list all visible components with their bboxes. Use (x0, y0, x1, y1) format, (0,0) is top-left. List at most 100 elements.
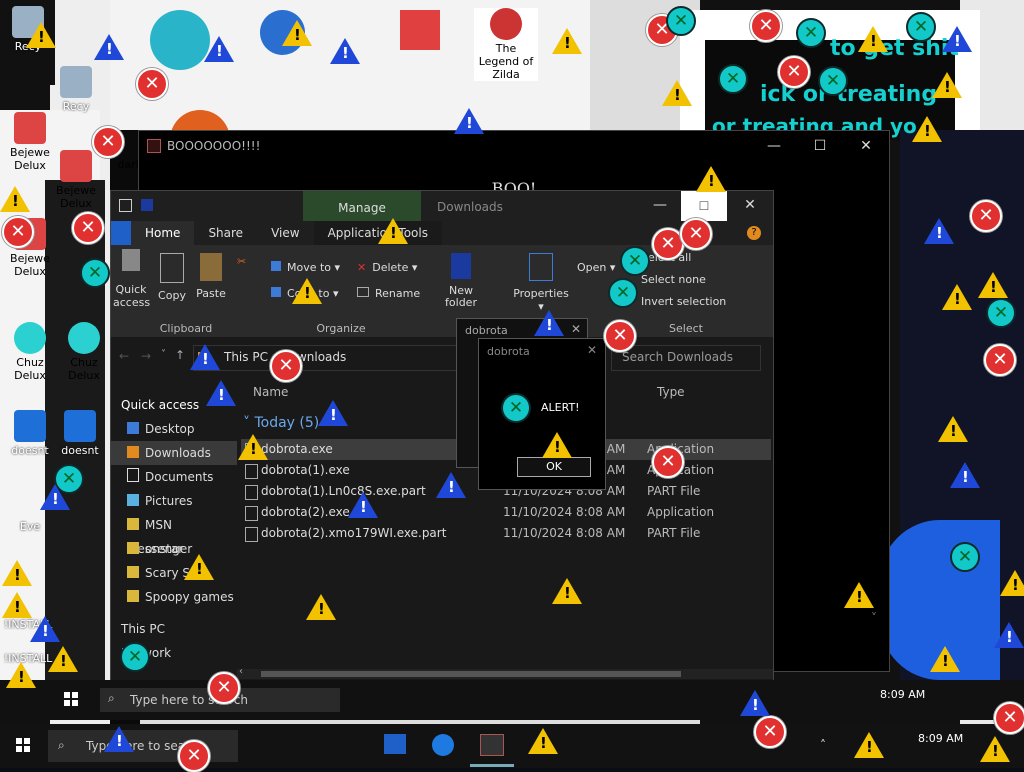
horizontal-scrollbar[interactable]: ‹ (237, 666, 773, 679)
folder-icon (127, 566, 139, 578)
desktop-icon-label: Chuz Delux (68, 356, 100, 382)
background-text-line-1: to get shit (830, 36, 959, 61)
ribbon-body: Quick access Copy Paste ✂ Clipboard Move… (111, 245, 773, 337)
taskbar-app-file-explorer[interactable] (384, 734, 406, 754)
windows-start-icon[interactable] (16, 738, 30, 752)
desktop-icon-chuzzle-copy[interactable]: Chuz Delux (56, 322, 112, 382)
tab-view[interactable]: View (257, 221, 313, 245)
desktop-icon-install-copy[interactable]: !INSTALL (0, 652, 56, 665)
move-to-button[interactable]: Move to ▾ (271, 261, 340, 274)
column-header-type[interactable]: Type (657, 385, 685, 399)
sidebar-item-network[interactable]: Network (111, 641, 237, 665)
chevron-up-icon[interactable]: ˄ (820, 738, 826, 752)
group-label: Today (5) (254, 415, 320, 431)
help-icon[interactable]: ? (747, 226, 761, 240)
desktop-icon-recycle-bin[interactable]: Recy (0, 6, 56, 53)
desktop-icon-install[interactable]: !INSTALL (0, 618, 56, 631)
close-button[interactable]: ✕ (843, 138, 889, 154)
ok-button[interactable]: OK (517, 457, 591, 477)
alert-dialog[interactable]: dobrota ✕ ✕ ALERT! OK (478, 338, 606, 490)
desktop-icon-legend-of-zilda[interactable]: The Legend of Zilda (474, 8, 538, 81)
sidebar-item-documents[interactable]: Documents (111, 465, 237, 489)
explorer-titlebar[interactable]: Manage Downloads — ☐ ✕ (111, 191, 773, 221)
maximize-button[interactable]: ☐ (681, 191, 727, 221)
search-box-upper[interactable]: ⌕ Type here to search (100, 688, 340, 712)
tab-home[interactable]: Home (131, 221, 195, 245)
select-group-label: Select (669, 322, 703, 335)
sidebar-item-downloads[interactable]: Downloads (111, 441, 237, 465)
error-x-icon: ✕ (501, 393, 531, 423)
open-button[interactable]: Open ▾ (577, 261, 615, 274)
tab-share[interactable]: Share (194, 221, 257, 245)
group-header[interactable]: ˅ Today (5) (243, 415, 319, 431)
cut-icon[interactable]: ✂ (237, 255, 246, 268)
sidebar-item-msn-messenger[interactable]: MSN Messenger (111, 513, 237, 556)
close-button[interactable]: ✕ (727, 197, 773, 213)
back-arrow-icon[interactable]: ← (119, 349, 129, 363)
scroll-left-icon[interactable]: ‹ (239, 666, 243, 677)
exe-file-icon (245, 506, 258, 521)
desktop-icon-recycle-bin-copy[interactable]: Recy (48, 66, 104, 113)
file-tab[interactable] (111, 221, 131, 245)
close-button[interactable]: ✕ (587, 343, 597, 357)
copy-to-button[interactable]: Copy to ▾ (271, 287, 338, 300)
sidebar-item-pictures[interactable]: Pictures (111, 489, 237, 513)
organize-group-label: Organize (316, 322, 366, 335)
file-explorer-window[interactable]: Manage Downloads — ☐ ✕ Home Share View A… (110, 190, 877, 682)
select-all-button[interactable]: Select all (641, 251, 691, 264)
tab-application-tools[interactable]: Application Tools (313, 221, 442, 245)
address-bar-row: ← → ˅ ↑ This PC › Downloads Search Downl… (111, 341, 773, 373)
minimize-button[interactable]: — (751, 138, 797, 154)
taskbar-app-firefox[interactable] (432, 734, 454, 756)
document-file-icon (245, 485, 258, 500)
paste-button[interactable]: Paste (193, 253, 229, 300)
desktop-icon-label: Recy (62, 100, 90, 113)
desktop-icon-chuzzle[interactable]: Chuz Delux (2, 322, 58, 382)
search-box[interactable]: Search Downloads (611, 345, 761, 371)
scrollbar-thumb[interactable] (261, 671, 681, 677)
sidebar-item-spoopy-games[interactable]: Spoopy games (111, 585, 237, 609)
sidebar-item-desktop[interactable]: Desktop (111, 417, 237, 441)
clock[interactable]: 8:09 AM (880, 688, 925, 701)
search-box[interactable]: ⌕ Type here to search (48, 730, 238, 762)
context-tab-manage[interactable]: Manage (303, 191, 421, 221)
up-arrow-icon[interactable]: ↑ (175, 348, 185, 362)
recycle-bin-icon (60, 66, 92, 98)
minimize-button[interactable]: — (637, 197, 683, 213)
desktop-icon-doesnt-copy[interactable]: doesnt (52, 410, 108, 457)
select-none-button[interactable]: Select none (641, 273, 706, 286)
invert-selection-button[interactable]: Invert selection (641, 295, 726, 308)
desktop-icon-eve[interactable]: Eve (2, 520, 58, 533)
clipboard-group-label: Clipboard (159, 322, 213, 335)
boo-window-titlebar[interactable]: BOOOOOOO!!!! — ☐ ✕ (139, 131, 889, 161)
scroll-down-icon[interactable]: ˅ (871, 611, 877, 625)
file-row[interactable]: dobrota(2).exe 11/10/2024 8:08 AM Applicat… (241, 502, 771, 523)
properties-button[interactable]: Properties ▾ (513, 253, 569, 313)
copy-button[interactable]: Copy (155, 253, 189, 302)
desktop-icon-bejeweled-copy-2[interactable]: Bejewe Delux (2, 218, 58, 278)
sidebar-item-scary-shit[interactable]: Scary Shit (111, 561, 237, 585)
desktop-icon-bejeweled-copy[interactable]: Bejewe Delux (48, 150, 104, 210)
new-folder-button[interactable]: New folder (437, 253, 485, 309)
file-row[interactable]: dobrota(2).xmo179WI.exe.part 11/10/2024 8… (241, 523, 771, 544)
sidebar-item-onstar[interactable]: onstar (111, 537, 237, 561)
close-button[interactable]: ✕ (571, 322, 581, 336)
desktop-icon-label: !INSTALL (3, 618, 53, 631)
sidebar-item-this-pc[interactable]: This PC (111, 617, 237, 641)
desktop-icon-label: Bejewe Delux (10, 146, 50, 172)
windows-start-icon[interactable] (64, 692, 78, 706)
desktop-icon-doesnt[interactable]: doesnt (2, 410, 58, 457)
chevron-down-icon[interactable]: ˅ (161, 349, 166, 360)
ribbon-tabs: Home Share View Application Tools ? (111, 221, 773, 245)
delete-button[interactable]: ✕ Delete ▾ (357, 261, 417, 274)
pin-quick-access-button[interactable]: Quick access (113, 249, 150, 309)
taskbar-app-window[interactable] (480, 734, 504, 756)
documents-folder-icon (127, 468, 139, 482)
maximize-button[interactable]: ☐ (797, 138, 843, 154)
column-header-name[interactable]: Name (253, 385, 288, 399)
clock[interactable]: 8:09 AM (918, 732, 963, 745)
forward-arrow-icon[interactable]: → (141, 349, 151, 363)
sidebar-item-quick-access[interactable]: Quick access (111, 393, 237, 417)
rename-button[interactable]: Rename (357, 287, 420, 300)
file-type: Application (647, 505, 715, 519)
